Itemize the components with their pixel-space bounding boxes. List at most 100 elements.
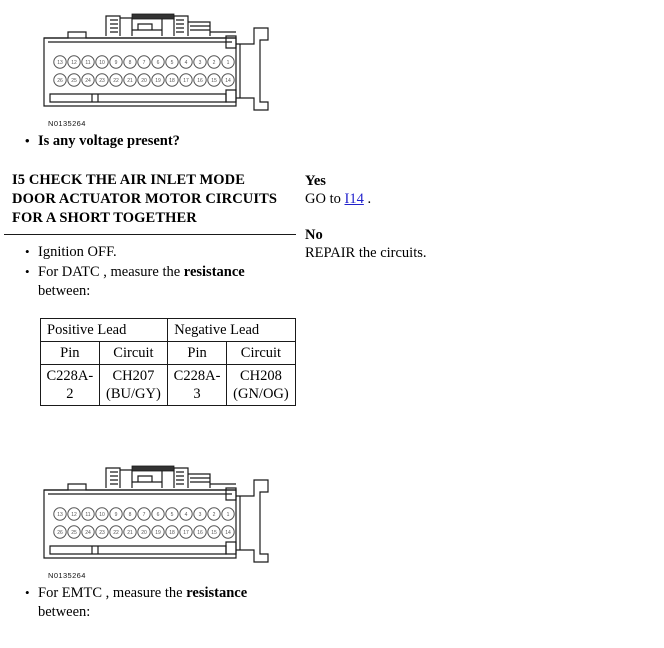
svg-text:17: 17 xyxy=(183,530,189,536)
svg-text:24: 24 xyxy=(85,530,91,536)
svg-text:13: 13 xyxy=(57,60,63,66)
svg-text:5: 5 xyxy=(171,60,174,66)
svg-text:23: 23 xyxy=(99,78,105,84)
svg-text:2: 2 xyxy=(213,512,216,518)
svg-text:14: 14 xyxy=(225,78,231,84)
svg-text:21: 21 xyxy=(127,530,133,536)
svg-text:20: 20 xyxy=(141,530,147,536)
cell-positive-pin: C228A-2 xyxy=(40,364,100,406)
svg-text:22: 22 xyxy=(113,530,119,536)
svg-text:15: 15 xyxy=(211,78,217,84)
svg-text:16: 16 xyxy=(197,530,203,536)
svg-text:22: 22 xyxy=(113,78,119,84)
svg-text:9: 9 xyxy=(115,512,118,518)
connector-figure-bottom: 13 12 11 10 9 8 7 6 5 4 3 2 1 26 25 24 23 22 21 20 19… xyxy=(4,452,296,584)
table-row-measurement: C228A-2 CH207 (BU/GY) C228A-3 CH208 (GN/… xyxy=(40,364,297,406)
svg-text:11: 11 xyxy=(85,60,90,66)
svg-text:17: 17 xyxy=(183,78,189,84)
svg-text:12: 12 xyxy=(71,512,77,518)
answer-yes-text: GO to I14 . xyxy=(305,190,653,208)
pinpoint-test-table: 13 12 11 10 9 8 765 432 1 26 25 24 23 22 21 20 19… xyxy=(4,0,659,643)
list-item-datc-measure: For DATC , measure the resistance between… xyxy=(25,262,296,302)
instruction-list-emtc: For EMTC , measure the resistance between… xyxy=(4,583,296,623)
answer-spacer xyxy=(305,208,653,226)
svg-text:21: 21 xyxy=(127,78,133,84)
connector-figure-top: 13 12 11 10 9 8 7 6 5 4 3 2 1 26 25 24 23 22 21 20 19… xyxy=(4,0,296,132)
figure-caption: N0135264 xyxy=(48,119,86,128)
svg-text:15: 15 xyxy=(211,530,217,536)
svg-text:1: 1 xyxy=(227,60,230,66)
connector-diagram-svg-2: 13 12 11 10 9 8 7 6 5 4 3 2 1 26 25 24 23 22 21 20 19… xyxy=(43,465,269,563)
emtc-text-post: between: xyxy=(38,604,91,620)
svg-text:8: 8 xyxy=(129,512,132,518)
svg-text:9: 9 xyxy=(115,60,118,66)
svg-text:6: 6 xyxy=(157,512,160,518)
header-negative-circuit: Circuit xyxy=(225,341,297,365)
header-positive-circuit: Circuit xyxy=(98,341,169,365)
answer-yes-post: . xyxy=(363,191,372,207)
answer-no-text: REPAIR the circuits. xyxy=(305,245,427,261)
svg-text:13: 13 xyxy=(57,512,63,518)
datc-text-bold: resistance xyxy=(183,264,245,280)
measurement-table: Positive Lead Negative Lead Pin Circuit … xyxy=(39,318,297,406)
svg-text:16: 16 xyxy=(197,78,203,84)
header-positive-lead: Positive Lead xyxy=(39,318,169,342)
answer-no-label: No xyxy=(305,227,323,243)
svg-text:19: 19 xyxy=(155,78,161,84)
svg-text:14: 14 xyxy=(225,530,231,536)
question-list: Is any voltage present? xyxy=(4,131,296,152)
svg-text:8: 8 xyxy=(129,60,132,66)
connector-diagram-svg: 13 12 11 10 9 8 7 6 5 4 3 2 1 26 25 24 23 22 21 20 19… xyxy=(43,13,269,111)
svg-text:24: 24 xyxy=(85,78,91,84)
table-row-group-headers: Positive Lead Negative Lead xyxy=(39,318,296,342)
table-row: 13 12 11 10 9 8 7 6 5 4 3 2 1 26 25 24 23 22 21 20 19… xyxy=(4,0,659,164)
svg-text:26: 26 xyxy=(57,530,63,536)
header-negative-lead: Negative Lead xyxy=(167,318,296,342)
measurement-table-wrap: Positive Lead Negative Lead Pin Circuit … xyxy=(4,302,297,406)
svg-text:5: 5 xyxy=(171,512,174,518)
table-row-column-headers: Pin Circuit Pin Circuit xyxy=(40,341,297,365)
header-negative-pin: Pin xyxy=(167,341,227,365)
datc-text-pre: For DATC , measure the xyxy=(38,264,184,280)
list-item-question: Is any voltage present? xyxy=(25,131,296,152)
answer-yes-pre: GO to xyxy=(305,191,345,207)
cell-negative-circuit: CH208 (GN/OG) xyxy=(225,364,297,406)
svg-text:7: 7 xyxy=(143,60,146,66)
latch-bar xyxy=(131,13,175,20)
answers-cell: Yes GO to I14 . No REPAIR the circuits. xyxy=(296,164,659,643)
answer-yes: Yes GO to I14 . xyxy=(305,172,653,208)
svg-text:25: 25 xyxy=(71,530,77,536)
table-row: I5 CHECK THE AIR INLET MODE DOOR ACTUATO… xyxy=(4,164,659,643)
document-page: 13 12 11 10 9 8 765 432 1 26 25 24 23 22 21 20 19… xyxy=(0,0,664,648)
svg-text:19: 19 xyxy=(155,530,161,536)
top-figure-cell: 13 12 11 10 9 8 7 6 5 4 3 2 1 26 25 24 23 22 21 20 19… xyxy=(4,0,296,164)
emtc-text-pre: For EMTC , measure the xyxy=(38,585,187,601)
svg-text:12: 12 xyxy=(71,60,77,66)
svg-text:10: 10 xyxy=(99,60,105,66)
svg-text:4: 4 xyxy=(185,60,188,66)
answer-no: No REPAIR the circuits. xyxy=(305,226,653,262)
svg-text:20: 20 xyxy=(141,78,147,84)
answer-yes-label: Yes xyxy=(305,173,326,189)
svg-text:18: 18 xyxy=(169,530,175,536)
emtc-text-bold: resistance xyxy=(186,585,248,601)
header-positive-pin: Pin xyxy=(40,341,100,365)
top-answer-cell xyxy=(296,0,659,164)
svg-text:6: 6 xyxy=(157,60,160,66)
svg-text:3: 3 xyxy=(199,512,202,518)
svg-text:10: 10 xyxy=(99,512,105,518)
svg-text:25: 25 xyxy=(71,78,77,84)
svg-text:1: 1 xyxy=(227,512,230,518)
svg-text:18: 18 xyxy=(169,78,175,84)
link-i14[interactable]: I14 xyxy=(344,191,363,207)
svg-text:23: 23 xyxy=(99,530,105,536)
latch-bar-2 xyxy=(131,465,175,472)
instruction-list: Ignition OFF. For DATC , measure the res… xyxy=(4,242,296,302)
list-item-ignition-off: Ignition OFF. xyxy=(25,242,296,263)
cell-positive-circuit: CH207 (BU/GY) xyxy=(98,364,169,406)
cell-negative-pin: C228A-3 xyxy=(167,364,227,406)
step-body-cell: I5 CHECK THE AIR INLET MODE DOOR ACTUATO… xyxy=(4,164,297,643)
datc-text-post: between: xyxy=(38,283,91,299)
list-item-emtc-measure: For EMTC , measure the resistance between… xyxy=(25,583,296,623)
svg-text:11: 11 xyxy=(85,512,90,518)
